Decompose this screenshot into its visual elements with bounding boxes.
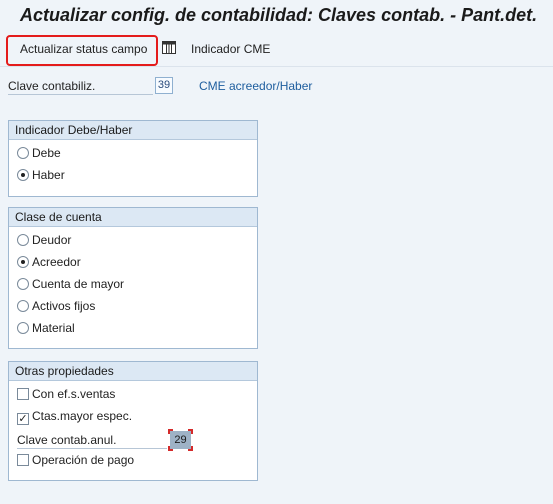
radio-button-icon[interactable] (17, 322, 29, 334)
focus-corner (168, 446, 173, 451)
checkbox-icon[interactable] (17, 454, 29, 466)
checkbox-payment-label: Operación de pago (32, 453, 135, 467)
account-type-group: Clase de cuenta Deudor Acreedor Cuenta d… (8, 207, 258, 349)
debit-credit-group: Indicador Debe/Haber Debe Haber (8, 120, 258, 197)
focus-corner (188, 446, 193, 451)
focus-corner (188, 429, 193, 434)
radio-material[interactable]: Material (17, 319, 75, 337)
reversal-key-field[interactable]: 29 (168, 429, 193, 451)
radio-haber[interactable]: Haber (17, 166, 65, 184)
radio-button-selected-icon[interactable] (17, 169, 29, 181)
radio-button-icon[interactable] (17, 278, 29, 290)
title-bar: Actualizar config. de contabilidad: Clav… (0, 0, 553, 32)
radio-cuenta-mayor-label: Cuenta de mayor (32, 277, 125, 291)
radio-activos-fijos-label: Activos fijos (32, 299, 96, 313)
update-field-status-button[interactable]: Actualizar status campo (14, 37, 153, 61)
reversal-key-row: Clave contab.anul. 29 (17, 428, 253, 452)
cme-indicator-button[interactable]: Indicador CME (185, 37, 276, 61)
posting-key-field[interactable]: 39 (155, 77, 173, 94)
focus-corner (168, 429, 173, 434)
reversal-key-value: 29 (174, 434, 187, 446)
radio-debe-label: Debe (32, 146, 61, 160)
radio-haber-label: Haber (32, 168, 65, 182)
account-type-group-title: Clase de cuenta (9, 208, 257, 227)
checkbox-sales-tax[interactable]: Con ef.s.ventas (17, 385, 115, 403)
radio-button-icon[interactable] (17, 300, 29, 312)
radio-deudor-label: Deudor (32, 233, 72, 247)
table-grid-icon[interactable] (162, 41, 176, 54)
posting-key-description: CME acreedor/Haber (199, 79, 313, 93)
radio-material-label: Material (32, 321, 75, 335)
checkbox-icon[interactable] (17, 388, 29, 400)
checkbox-sales-tax-label: Con ef.s.ventas (32, 387, 116, 401)
posting-key-row: Clave contabiliz. 39 CME acreedor/Haber (8, 76, 553, 96)
checkbox-special-gl-label: Ctas.mayor espec. (32, 409, 133, 423)
radio-activos-fijos[interactable]: Activos fijos (17, 297, 95, 315)
other-properties-group-title: Otras propiedades (9, 362, 257, 381)
other-properties-group: Otras propiedades Con ef.s.ventas ✓ Ctas.… (8, 361, 258, 481)
radio-button-icon[interactable] (17, 234, 29, 246)
radio-acreedor[interactable]: Acreedor (17, 253, 81, 271)
checkbox-payment[interactable]: Operación de pago (17, 451, 134, 469)
checkbox-checked-icon[interactable]: ✓ (17, 413, 29, 425)
radio-acreedor-label: Acreedor (32, 255, 81, 269)
radio-button-icon[interactable] (17, 147, 29, 159)
reversal-key-label: Clave contab.anul. (17, 431, 167, 449)
radio-deudor[interactable]: Deudor (17, 231, 71, 249)
application-toolbar: Actualizar status campo Indicador CME (0, 33, 553, 67)
page-title: Actualizar config. de contabilidad: Clav… (20, 5, 538, 25)
radio-debe[interactable]: Debe (17, 144, 61, 162)
posting-key-label: Clave contabiliz. (8, 77, 153, 95)
radio-cuenta-mayor[interactable]: Cuenta de mayor (17, 275, 124, 293)
debit-credit-group-title: Indicador Debe/Haber (9, 121, 257, 140)
checkbox-special-gl[interactable]: ✓ Ctas.mayor espec. (17, 407, 132, 425)
radio-button-selected-icon[interactable] (17, 256, 29, 268)
